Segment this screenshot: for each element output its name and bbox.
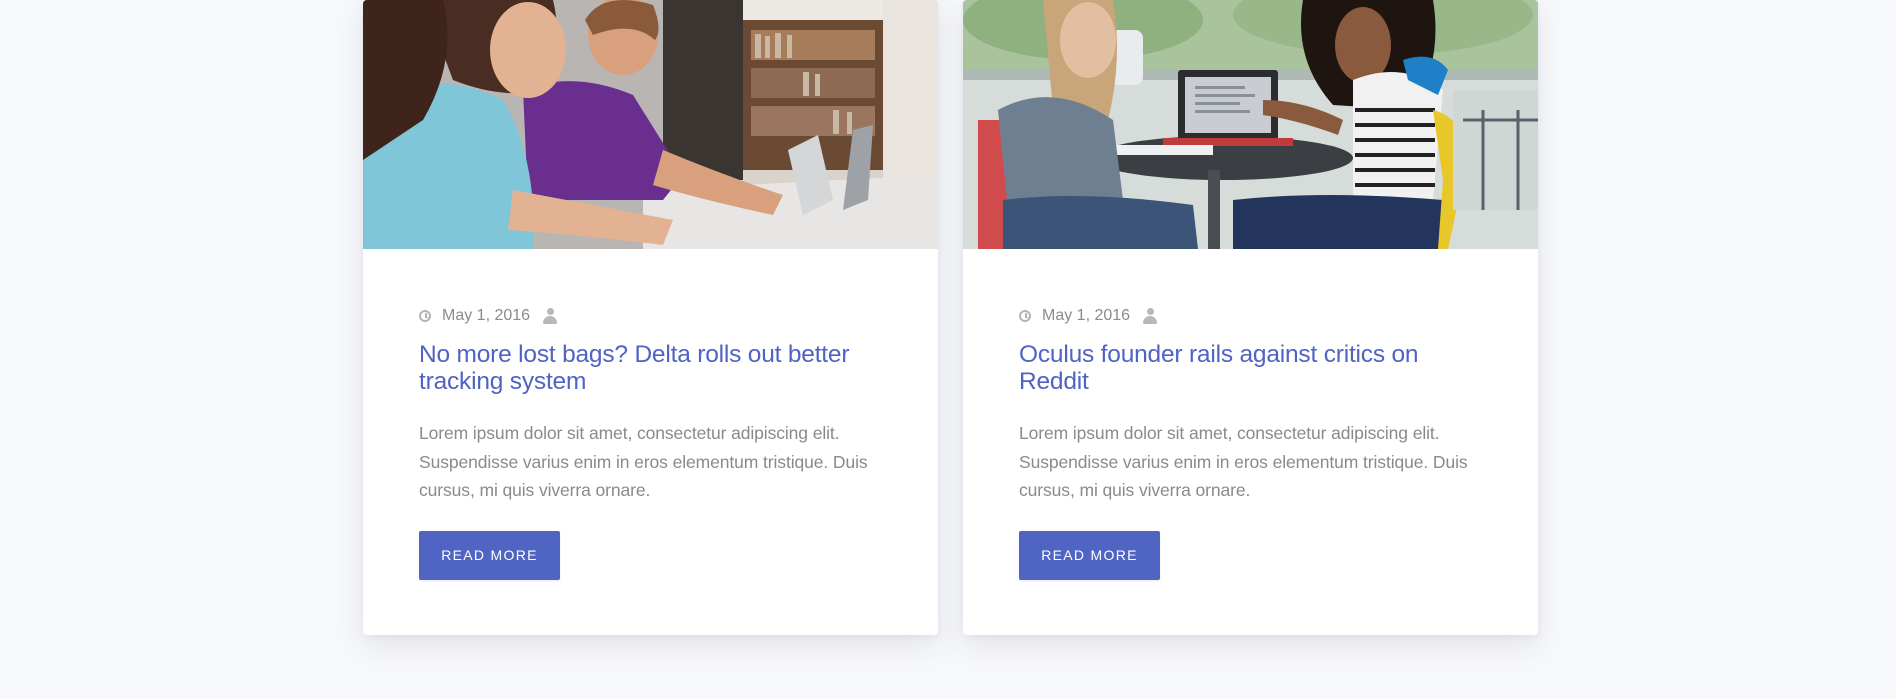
post-grid: May 1, 2016 No more lost bags? Delta rol… [363,0,1538,635]
post-card: May 1, 2016 No more lost bags? Delta rol… [363,0,938,635]
post-thumbnail[interactable] [963,0,1538,249]
post-title[interactable]: Oculus founder rails against critics on … [1019,341,1482,395]
user-icon[interactable] [1143,308,1158,324]
post-meta: May 1, 2016 [1019,305,1482,327]
post-meta: May 1, 2016 [419,305,882,327]
post-date: May 1, 2016 [1042,307,1131,324]
post-card: May 1, 2016 Oculus founder rails against… [963,0,1538,635]
post-excerpt: Lorem ipsum dolor sit amet, consectetur … [1019,423,1468,500]
clock-icon [419,310,431,322]
post-image [363,0,938,249]
post-image [963,0,1538,249]
post-body: May 1, 2016 No more lost bags? Delta rol… [363,249,938,580]
post-thumbnail[interactable] [363,0,938,249]
post-title[interactable]: No more lost bags? Delta rolls out bette… [419,341,882,395]
post-date: May 1, 2016 [442,307,531,324]
post-body: May 1, 2016 Oculus founder rails against… [963,249,1538,580]
post-excerpt: Lorem ipsum dolor sit amet, consectetur … [419,423,868,500]
clock-icon [1019,310,1031,322]
read-more-button[interactable]: READ MORE [1019,530,1160,580]
read-more-button[interactable]: READ MORE [419,530,560,580]
user-icon[interactable] [543,308,558,324]
